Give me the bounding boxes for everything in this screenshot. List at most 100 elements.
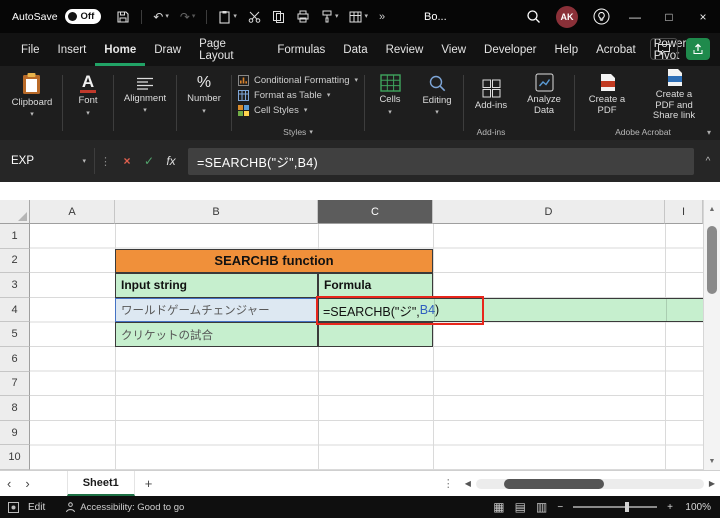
cut-button[interactable]	[248, 10, 261, 23]
row-header-3[interactable]: 3	[0, 273, 30, 298]
undo-button[interactable]: ↶ ▾	[153, 11, 169, 23]
maximize-button[interactable]: □	[652, 0, 686, 33]
clipboard-button[interactable]: Clipboard ▾	[7, 72, 58, 118]
print-button[interactable]	[296, 10, 310, 23]
alignment-button[interactable]: Alignment ▾	[119, 76, 171, 114]
scroll-right-icon[interactable]: ▶	[704, 479, 720, 488]
save-icon[interactable]	[116, 10, 130, 24]
column-header-c[interactable]: C	[318, 200, 433, 224]
cells-button[interactable]: Cells ▾	[374, 74, 405, 116]
ribbon-collapse-icon[interactable]: ▾	[707, 128, 711, 137]
next-sheet-icon[interactable]: ›	[18, 476, 36, 491]
drag-handle-icon[interactable]: ⋮	[95, 155, 116, 168]
normal-view-button[interactable]: ▦	[493, 501, 504, 513]
cell-b3-input-header[interactable]: Input string	[115, 273, 318, 298]
tab-splitter-icon[interactable]: ⋮	[437, 477, 460, 490]
vertical-scroll-thumb[interactable]	[707, 226, 717, 294]
cell-b5[interactable]: クリケットの試合	[115, 322, 318, 347]
cell-c5[interactable]	[318, 322, 433, 347]
vertical-scrollbar[interactable]: ▲ ▼	[703, 200, 720, 470]
name-box[interactable]: EXP ▾	[3, 148, 95, 174]
addins-button[interactable]: Add-ins	[470, 79, 512, 112]
enter-button[interactable]: ✓	[138, 148, 160, 174]
insert-function-button[interactable]: fx	[160, 148, 182, 174]
prev-sheet-icon[interactable]: ‹	[0, 476, 18, 491]
scroll-down-icon[interactable]: ▼	[704, 458, 720, 465]
paste-button[interactable]: ▾	[218, 10, 237, 24]
horizontal-scroll-thumb[interactable]	[503, 478, 604, 489]
close-button[interactable]: ×	[686, 0, 720, 33]
minimize-button[interactable]: —	[618, 0, 652, 33]
conditional-formatting-button[interactable]: Conditional Formatting ▾	[237, 74, 358, 86]
tab-help[interactable]: Help	[545, 33, 587, 66]
account-avatar[interactable]: AK	[550, 0, 584, 33]
create-pdf-share-button[interactable]: Create a PDF and Share link	[641, 68, 707, 123]
accessibility-status[interactable]: Accessibility: Good to go	[65, 502, 184, 513]
row-header-4[interactable]: 4	[0, 297, 30, 323]
row-header-2[interactable]: 2	[0, 248, 30, 274]
table-button[interactable]: ▾	[349, 11, 368, 23]
font-button[interactable]: A Font ▾	[73, 73, 102, 117]
cancel-button[interactable]: ×	[116, 148, 138, 174]
formula-input[interactable]: =SEARCHB("ジ",B4)	[188, 147, 694, 175]
column-header-i[interactable]: I	[665, 200, 703, 224]
font-group: A Font ▾	[65, 66, 111, 140]
autosave-toggle[interactable]: AutoSave Off	[12, 9, 102, 24]
tab-review[interactable]: Review	[377, 33, 433, 66]
page-layout-view-button[interactable]: ▤	[515, 501, 526, 513]
select-all-corner[interactable]	[0, 200, 30, 224]
lightbulb-icon[interactable]	[584, 0, 618, 33]
sheet-tab-sheet1[interactable]: Sheet1	[66, 471, 135, 496]
row-header-7[interactable]: 7	[0, 371, 30, 397]
styles-group-label-row[interactable]: Styles ▾	[234, 124, 362, 140]
zoom-out-button[interactable]: −	[557, 502, 563, 513]
scroll-left-icon[interactable]: ◀	[460, 479, 476, 488]
zoom-slider-knob[interactable]	[625, 502, 630, 512]
cell-b2-title[interactable]: SEARCHB function	[115, 248, 433, 274]
row-header-9[interactable]: 9	[0, 420, 30, 446]
tab-home[interactable]: Home	[95, 33, 146, 66]
tab-data[interactable]: Data	[334, 33, 376, 66]
tab-file[interactable]: File	[12, 33, 49, 66]
format-as-table-button[interactable]: Format as Table ▾	[237, 89, 358, 101]
column-header-d[interactable]: D	[433, 200, 665, 224]
format-painter-button[interactable]: ▾	[321, 10, 338, 23]
autosave-pill[interactable]: Off	[64, 9, 102, 24]
analyze-data-button[interactable]: Analyze Data	[516, 73, 572, 117]
tab-draw[interactable]: Draw	[145, 33, 190, 66]
tab-insert[interactable]: Insert	[49, 33, 96, 66]
tab-view[interactable]: View	[432, 33, 475, 66]
row-header-1[interactable]: 1	[0, 224, 30, 249]
redo-button[interactable]: ↷ ▾	[180, 11, 196, 23]
cell-b4-referenced[interactable]: ワールドゲームチェンジャー	[115, 297, 318, 323]
comments-button[interactable]	[650, 38, 678, 60]
editing-button[interactable]: Editing ▾	[417, 74, 456, 116]
cell-c3-formula-header[interactable]: Formula	[318, 273, 433, 298]
formula-bar-collapse-icon[interactable]: ^	[698, 156, 718, 167]
row-header-6[interactable]: 6	[0, 347, 30, 372]
row-header-8[interactable]: 8	[0, 396, 30, 421]
share-button[interactable]	[686, 38, 710, 60]
zoom-slider[interactable]	[573, 502, 658, 512]
row-header-10[interactable]: 10	[0, 445, 30, 470]
tab-developer[interactable]: Developer	[475, 33, 545, 66]
tab-acrobat[interactable]: Acrobat	[587, 33, 645, 66]
tab-page-layout[interactable]: Page Layout	[190, 33, 268, 66]
column-header-b[interactable]: B	[115, 200, 318, 224]
number-button[interactable]: % Number ▾	[182, 75, 226, 115]
page-break-view-button[interactable]: ▥	[536, 501, 547, 513]
copy-button[interactable]	[272, 10, 285, 23]
cell-styles-button[interactable]: Cell Styles ▾	[237, 104, 358, 116]
horizontal-scrollbar[interactable]	[475, 478, 704, 489]
create-pdf-button[interactable]: Create a PDF	[579, 73, 635, 117]
macro-record-icon[interactable]	[8, 501, 19, 513]
search-icon[interactable]	[516, 0, 550, 33]
column-header-a[interactable]: A	[30, 200, 115, 224]
zoom-in-button[interactable]: +	[667, 502, 673, 513]
tab-formulas[interactable]: Formulas	[268, 33, 334, 66]
zoom-level[interactable]: 100%	[683, 502, 711, 513]
scroll-up-icon[interactable]: ▲	[704, 206, 720, 213]
row-header-5[interactable]: 5	[0, 322, 30, 347]
qat-overflow-icon[interactable]: »	[379, 11, 385, 23]
add-sheet-button[interactable]: +	[135, 476, 163, 491]
